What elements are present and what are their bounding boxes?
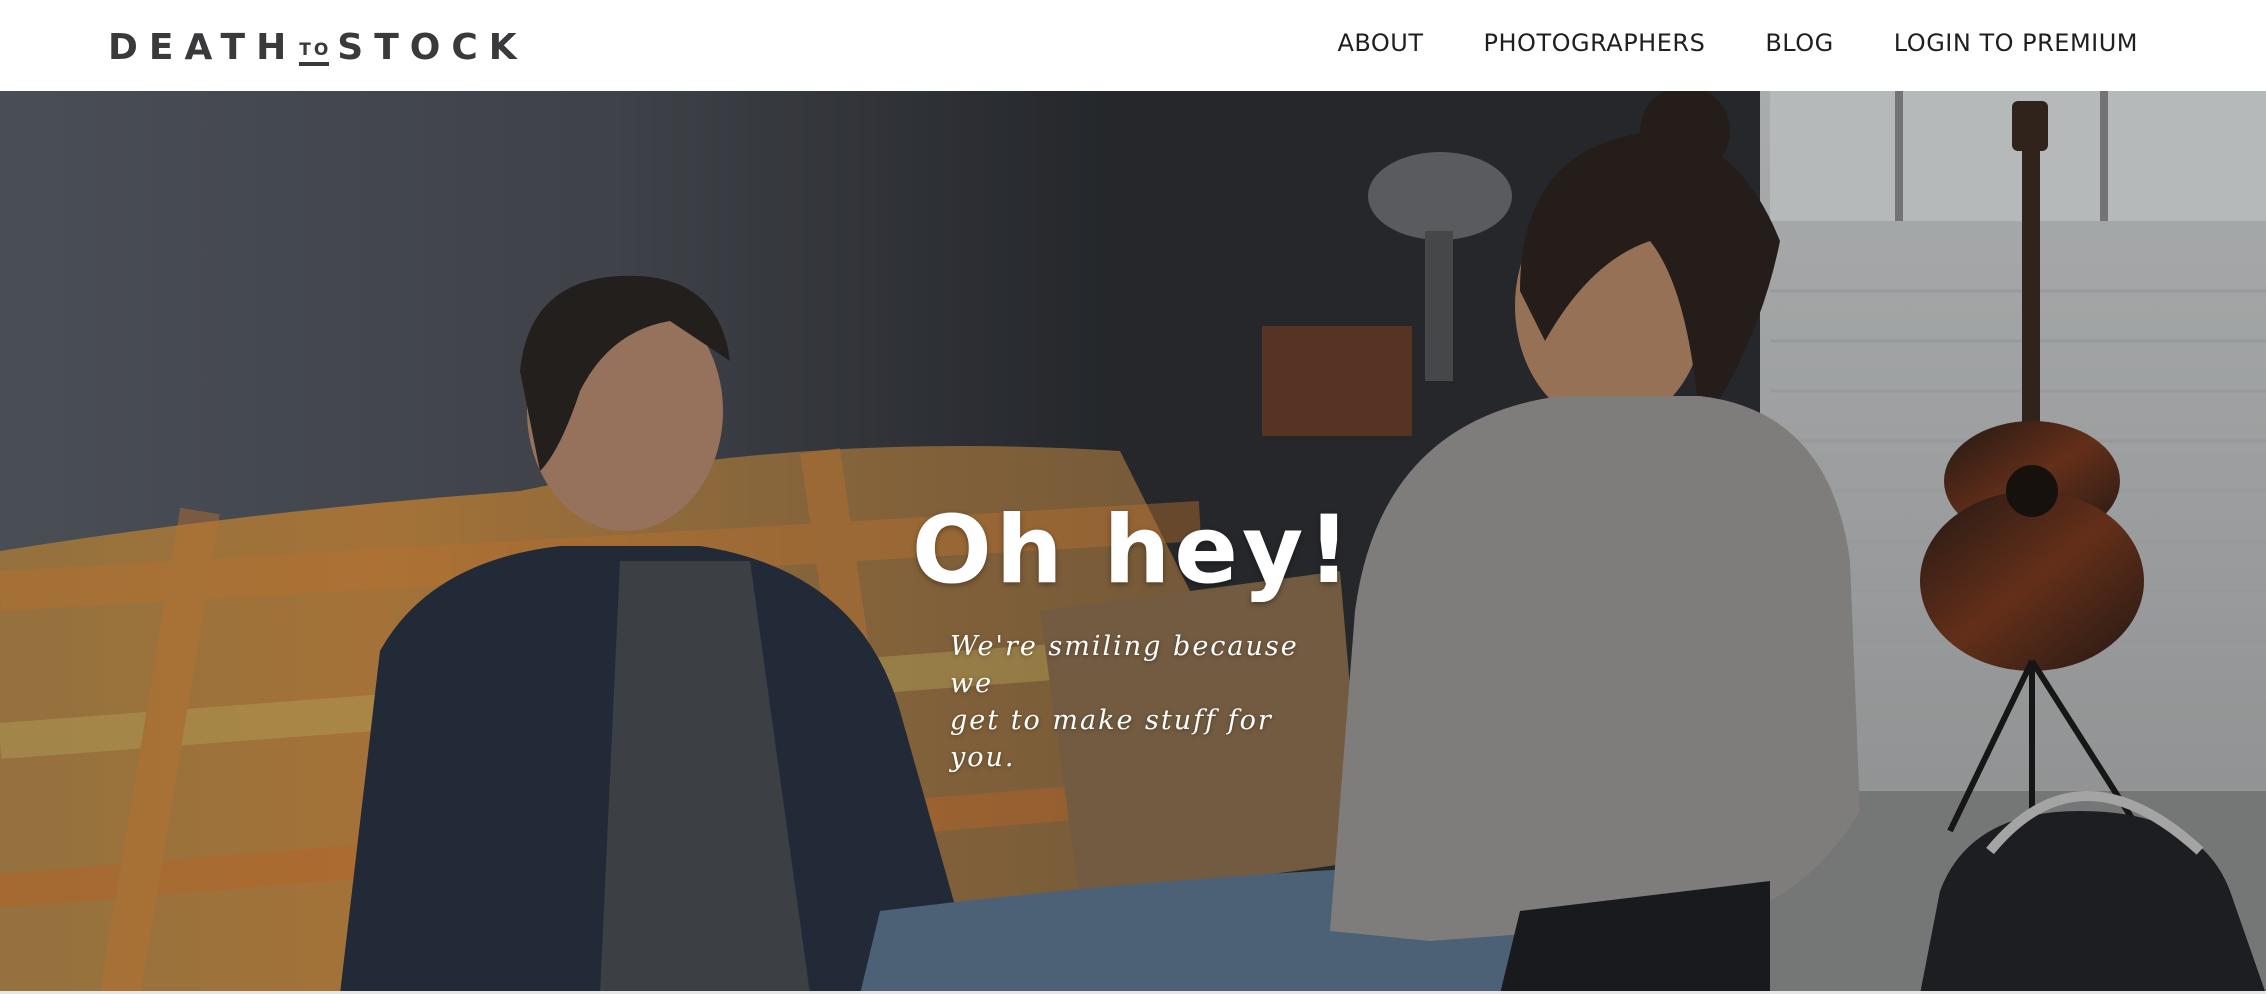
- logo-word-to: TO: [299, 42, 331, 66]
- nav-link-photographers[interactable]: PHOTOGRAPHERS: [1484, 28, 1706, 58]
- hero-title: Oh hey!: [911, 496, 1355, 605]
- hero-subtitle-line-1: We're smiling because we: [950, 631, 1299, 699]
- nav-link-login-to-premium[interactable]: LOGIN TO PREMIUM: [1894, 28, 2138, 58]
- logo-word-stock: STOCK: [337, 27, 528, 68]
- hero-subtitle: We're smiling because we get to make stu…: [950, 628, 1316, 776]
- hero-banner: Oh hey! We're smiling because we get to …: [0, 91, 2266, 994]
- hero-subtitle-line-2: get to make stuff for you.: [950, 705, 1273, 773]
- nav-link-blog[interactable]: BLOG: [1765, 28, 1833, 58]
- site-header: DEATH TO STOCK ABOUT PHOTOGRAPHERS BLOG …: [0, 0, 2266, 91]
- logo-word-death: DEATH: [108, 27, 298, 68]
- nav-link-about[interactable]: ABOUT: [1337, 28, 1423, 58]
- main-nav: ABOUT PHOTOGRAPHERS BLOG LOGIN TO PREMIU…: [1337, 28, 2138, 58]
- death-to-stock-logo[interactable]: DEATH TO STOCK: [108, 28, 528, 66]
